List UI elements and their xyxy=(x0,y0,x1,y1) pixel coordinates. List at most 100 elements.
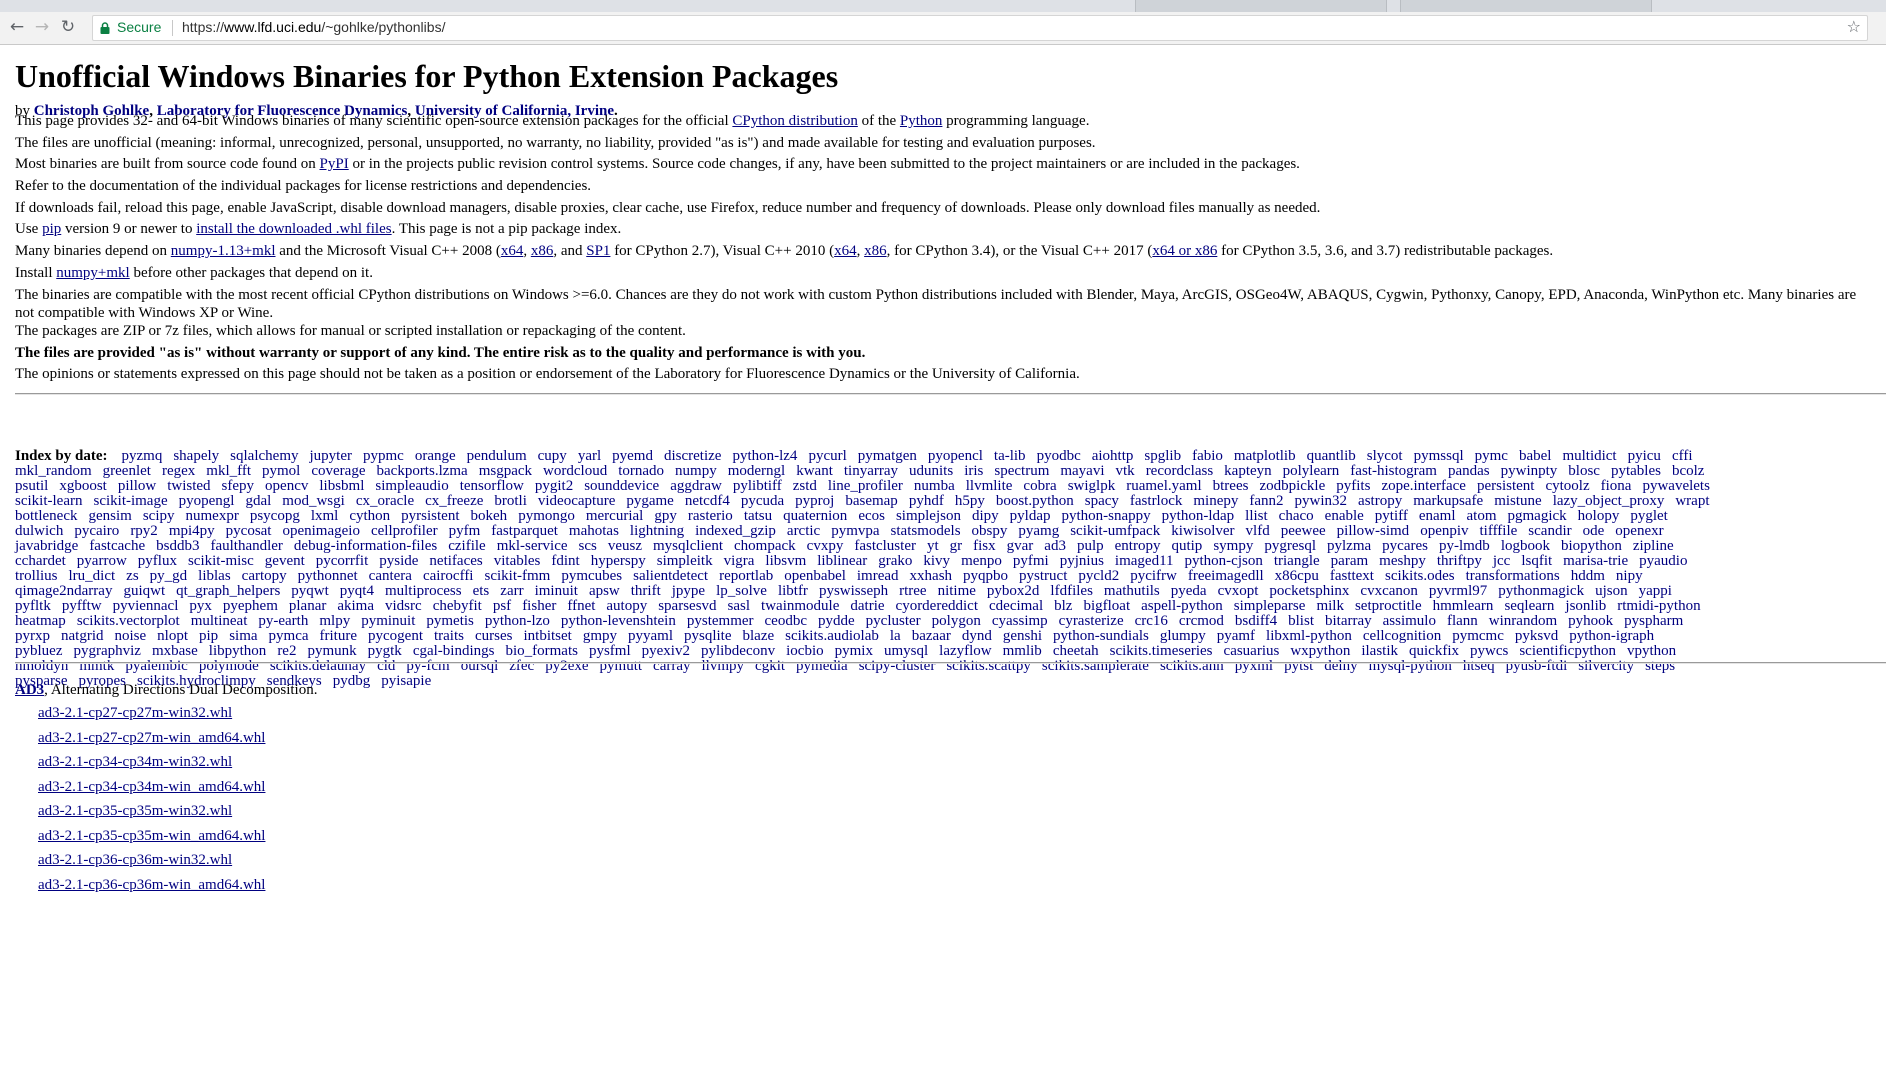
index-link[interactable]: nlopt xyxy=(157,628,188,644)
index-link[interactable]: peewee xyxy=(1281,523,1326,539)
index-link[interactable]: zipline xyxy=(1633,538,1674,554)
index-link[interactable]: pyephem xyxy=(223,598,278,614)
index-link[interactable]: bsdiff4 xyxy=(1235,613,1277,629)
index-link[interactable]: scikits.odes xyxy=(1385,568,1455,584)
index-link[interactable]: nipy xyxy=(1616,568,1643,584)
index-link[interactable]: pycuda xyxy=(741,493,784,509)
index-link[interactable]: marisa-trie xyxy=(1563,553,1628,569)
index-link[interactable]: msgpack xyxy=(479,463,532,479)
index-link[interactable]: entropy xyxy=(1115,538,1161,554)
index-link[interactable]: fastcache xyxy=(89,538,145,554)
package-name-link[interactable]: AD3 xyxy=(15,682,44,698)
index-link[interactable]: bitarray xyxy=(1325,613,1372,629)
index-link[interactable]: pylibtiff xyxy=(733,478,782,494)
pip-link[interactable]: pip xyxy=(42,221,61,237)
index-link[interactable]: scikits.ann xyxy=(1160,658,1224,674)
index-link[interactable]: pyrxp xyxy=(15,628,50,644)
index-link[interactable]: pymvpa xyxy=(831,523,879,539)
index-link[interactable]: enaml xyxy=(1419,508,1456,524)
index-link[interactable]: akima xyxy=(337,598,374,614)
index-link[interactable]: polylearn xyxy=(1283,463,1340,479)
index-link[interactable]: cyassimp xyxy=(992,613,1048,629)
index-link[interactable]: re2 xyxy=(277,643,296,659)
index-link[interactable]: py-lmdb xyxy=(1439,538,1490,554)
vc2008-x86-link[interactable]: x86 xyxy=(531,243,554,259)
index-link[interactable]: mistune xyxy=(1494,493,1542,509)
index-link[interactable]: pygame xyxy=(626,493,673,509)
index-link[interactable]: simplejson xyxy=(896,508,961,524)
index-link[interactable]: fastcluster xyxy=(854,538,916,554)
browser-tab[interactable] xyxy=(1400,0,1652,12)
index-link[interactable]: bcolz xyxy=(1672,463,1704,479)
index-link[interactable]: scikits.vectorplot xyxy=(77,613,180,629)
index-link[interactable]: pycld2 xyxy=(1078,568,1119,584)
index-link[interactable]: pymetis xyxy=(426,613,474,629)
index-link[interactable]: cx_oracle xyxy=(356,493,414,509)
index-link[interactable]: thrift xyxy=(631,583,661,599)
index-link[interactable]: pyusb-ftdi xyxy=(1506,658,1568,674)
index-link[interactable]: lazyflow xyxy=(939,643,991,659)
index-link[interactable]: fiona xyxy=(1601,478,1632,494)
index-link[interactable]: ruamel.yaml xyxy=(1126,478,1201,494)
index-link[interactable]: pymix xyxy=(835,643,873,659)
index-link[interactable]: pyhook xyxy=(1568,613,1613,629)
index-link[interactable]: spectrum xyxy=(994,463,1049,479)
index-link[interactable]: scandir xyxy=(1528,523,1571,539)
index-link[interactable]: friture xyxy=(320,628,357,644)
index-link[interactable]: mlpy xyxy=(319,613,350,629)
index-link[interactable]: liblinear xyxy=(817,553,867,569)
index-link[interactable]: shapely xyxy=(173,448,219,464)
index-link[interactable]: noise xyxy=(115,628,147,644)
index-link[interactable]: pycifrw xyxy=(1130,568,1177,584)
index-link[interactable]: quantlib xyxy=(1307,448,1356,464)
index-link[interactable]: pyodbc xyxy=(1037,448,1081,464)
index-link[interactable]: pyaudio xyxy=(1639,553,1687,569)
index-link[interactable]: greenlet xyxy=(103,463,151,479)
index-link[interactable]: pymatgen xyxy=(858,448,917,464)
index-link[interactable]: pylibdeconv xyxy=(701,643,775,659)
index-link[interactable]: udunits xyxy=(909,463,953,479)
index-link[interactable]: pyswisseph xyxy=(819,583,888,599)
index-link[interactable]: pyfftw xyxy=(62,598,102,614)
index-link[interactable]: libsbml xyxy=(319,478,364,494)
index-link[interactable]: cvxcanon xyxy=(1360,583,1417,599)
index-link[interactable]: pocketsphinx xyxy=(1269,583,1349,599)
index-link[interactable]: pyfmi xyxy=(1013,553,1049,569)
index-link[interactable]: fabio xyxy=(1192,448,1223,464)
index-link[interactable]: pymedia xyxy=(796,658,848,674)
index-link[interactable]: arctic xyxy=(787,523,820,539)
index-link[interactable]: statsmodels xyxy=(891,523,961,539)
index-link[interactable]: pythonnet xyxy=(298,568,358,584)
index-link[interactable]: pyldap xyxy=(1010,508,1051,524)
index-link[interactable]: openpiv xyxy=(1420,523,1468,539)
index-link[interactable]: py_gd xyxy=(150,568,188,584)
index-link[interactable]: bsddb3 xyxy=(156,538,199,554)
index-link[interactable]: flann xyxy=(1447,613,1478,629)
index-link[interactable]: pyyaml xyxy=(628,628,673,644)
index-link[interactable]: pyeda xyxy=(1171,583,1207,599)
index-link[interactable]: pyisapie xyxy=(381,673,431,689)
index-link[interactable]: tornado xyxy=(618,463,664,479)
index-link[interactable]: cupy xyxy=(538,448,567,464)
index-link[interactable]: pyopengl xyxy=(179,493,235,509)
index-link[interactable]: pydbg xyxy=(333,673,371,689)
index-link[interactable]: setproctitle xyxy=(1355,598,1422,614)
index-link[interactable]: pip xyxy=(199,628,218,644)
index-link[interactable]: gmpy xyxy=(583,628,617,644)
index-link[interactable]: winrandom xyxy=(1489,613,1557,629)
index-link[interactable]: opencv xyxy=(265,478,308,494)
index-link[interactable]: pymssql xyxy=(1414,448,1464,464)
index-link[interactable]: pyicu xyxy=(1628,448,1661,464)
index-link[interactable]: pyamg xyxy=(1018,523,1059,539)
index-link[interactable]: slycot xyxy=(1367,448,1403,464)
index-link[interactable]: pycosat xyxy=(226,523,272,539)
index-link[interactable]: python-cjson xyxy=(1185,553,1263,569)
index-link[interactable]: yappi xyxy=(1639,583,1672,599)
index-link[interactable]: pillow-simd xyxy=(1337,523,1410,539)
index-link[interactable]: yt xyxy=(927,538,939,554)
index-link[interactable]: matplotlib xyxy=(1234,448,1296,464)
index-link[interactable]: x86cpu xyxy=(1275,568,1319,584)
index-link[interactable]: minepy xyxy=(1193,493,1238,509)
index-link[interactable]: pycorrfit xyxy=(316,553,368,569)
index-link[interactable]: cyordereddict xyxy=(896,598,978,614)
